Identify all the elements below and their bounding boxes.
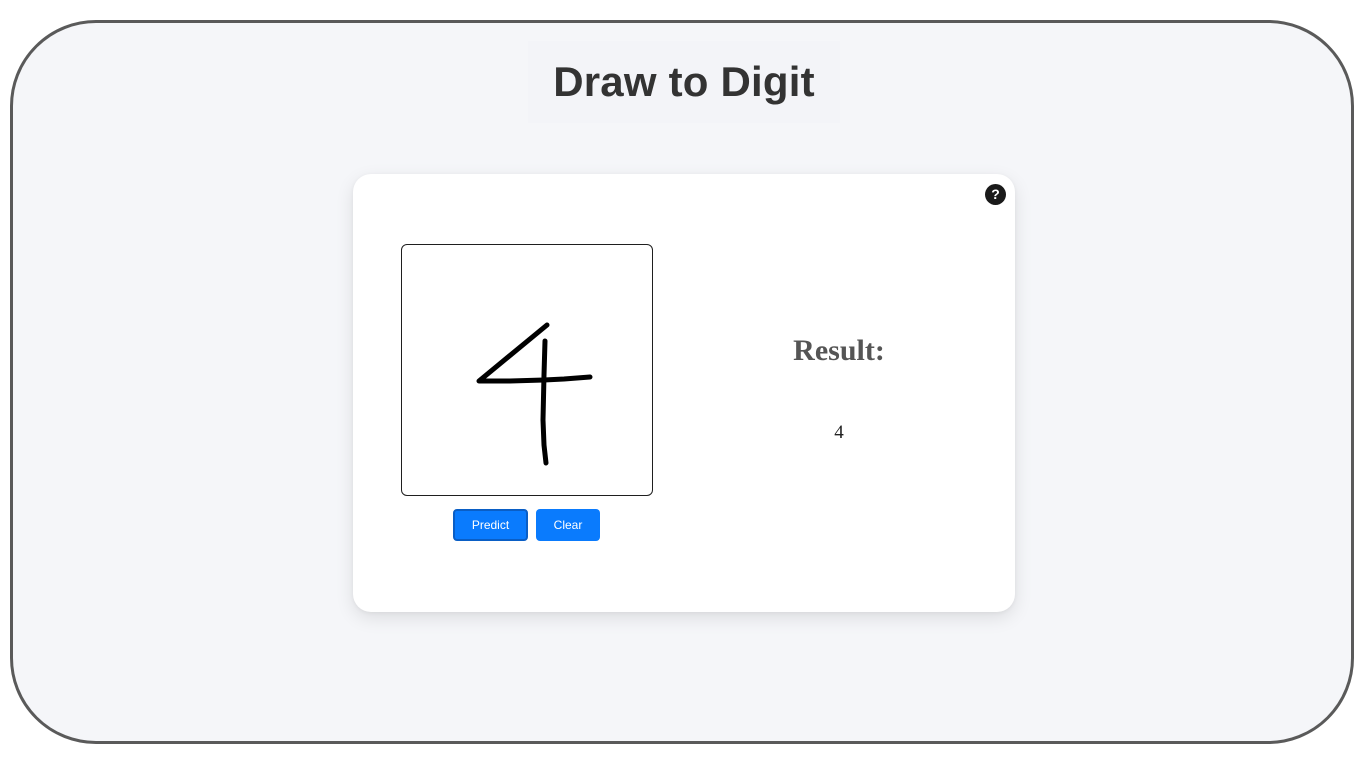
page-title: Draw to Digit	[553, 58, 815, 105]
help-icon[interactable]: ?	[985, 184, 1006, 205]
title-wrap: Draw to Digit	[528, 41, 840, 123]
digit-stroke-vertical	[540, 338, 549, 466]
drawing-canvas[interactable]	[401, 244, 653, 496]
drawing-card: ? Predict Clear Result: 4	[353, 174, 1015, 612]
digit-stroke-diagonal-bar	[476, 322, 593, 384]
predict-button[interactable]: Predict	[453, 509, 528, 541]
clear-button[interactable]: Clear	[536, 509, 600, 541]
drawn-digit-strokes	[476, 322, 593, 466]
result-heading: Result:	[793, 334, 885, 367]
result-value: 4	[834, 422, 844, 443]
app-frame: Draw to Digit ? Predict Clear Result: 4	[10, 20, 1354, 744]
